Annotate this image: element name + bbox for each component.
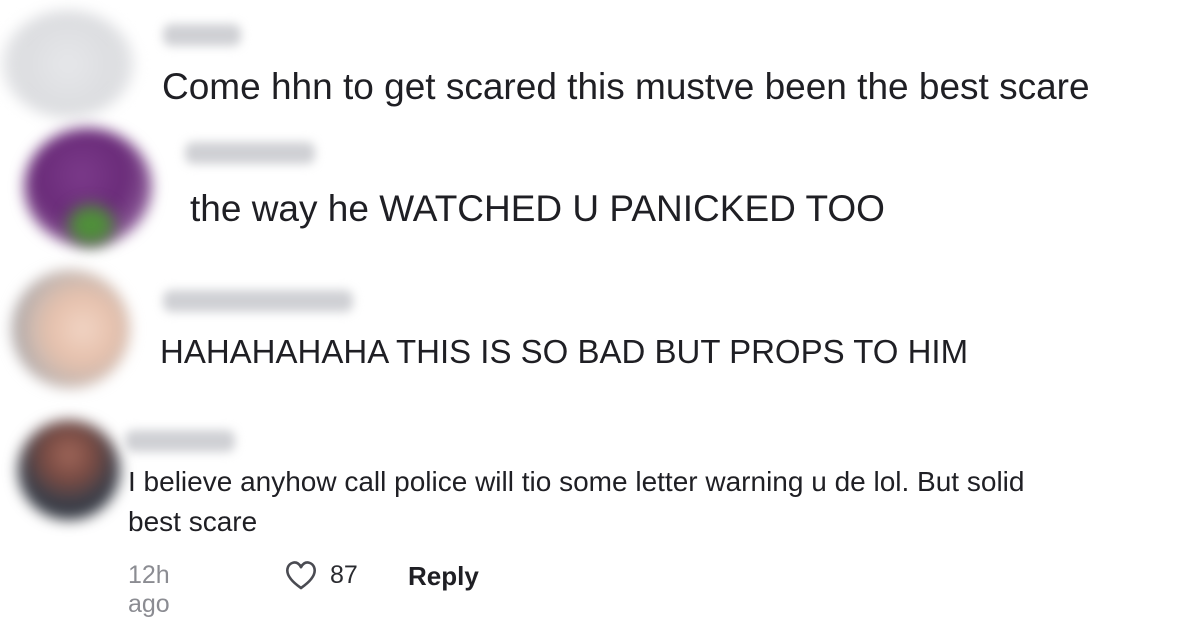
comment-text: HAHAHAHAHA THIS IS SO BAD BUT PROPS TO H… bbox=[160, 333, 969, 370]
comment-text: Come hhn to get scared this mustve been … bbox=[162, 66, 1090, 107]
avatar[interactable] bbox=[18, 420, 120, 520]
avatar-detail bbox=[68, 205, 114, 245]
comment-text-line-2: best scare bbox=[128, 506, 258, 537]
username-blurred[interactable] bbox=[185, 142, 315, 164]
heart-outline-icon[interactable] bbox=[284, 559, 318, 591]
comment-text: the way he WATCHED U PANICKED TOO bbox=[190, 188, 885, 229]
username-blurred[interactable] bbox=[125, 430, 235, 452]
comment-text-line-1: I believe anyhow call police will tio so… bbox=[128, 466, 1025, 497]
reply-button[interactable]: Reply bbox=[408, 561, 479, 592]
username-blurred[interactable] bbox=[163, 290, 353, 312]
like-count: 87 bbox=[330, 561, 358, 589]
username-blurred[interactable] bbox=[163, 24, 241, 46]
comment-timestamp: 12h ago bbox=[128, 561, 170, 618]
avatar[interactable] bbox=[2, 10, 134, 118]
avatar[interactable] bbox=[12, 270, 130, 388]
